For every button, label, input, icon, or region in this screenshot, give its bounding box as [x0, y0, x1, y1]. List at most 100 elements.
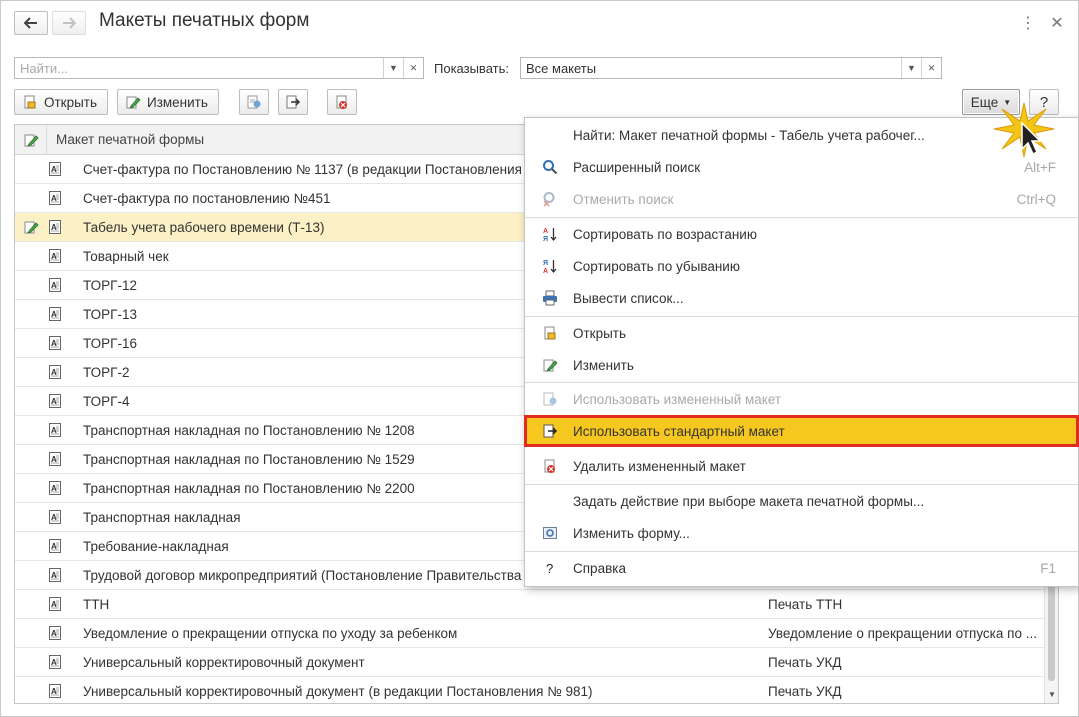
search-input[interactable]: Найти... — [15, 58, 383, 78]
menu-item[interactable]: А Я Сортировать по возрастанию — [525, 219, 1078, 249]
use-modified-button[interactable] — [239, 89, 269, 115]
menu-item[interactable]: Удалить измененный макет — [525, 451, 1078, 481]
document-icon: A — [47, 422, 73, 438]
template-name-cell: Требование-накладная — [83, 538, 229, 554]
column-header-template[interactable]: Макет печатной формы — [47, 132, 204, 147]
template-name-cell: Товарный чек — [83, 248, 169, 264]
show-label: Показывать: — [434, 61, 509, 76]
template-name-cell: ТОРГ-2 — [83, 364, 130, 380]
menu-item-label: Использовать измененный макет — [573, 391, 782, 407]
dropdown-icon[interactable]: ▼ — [901, 58, 921, 78]
menu-item[interactable]: Изменить — [525, 350, 1078, 380]
document-icon: A — [47, 509, 73, 525]
use-standard-icon — [541, 422, 559, 440]
document-icon: A — [47, 364, 73, 380]
pencil-icon — [126, 96, 141, 109]
template-name-cell: ТОРГ-16 — [83, 335, 137, 351]
clear-icon[interactable]: ✕ — [403, 58, 423, 78]
template-name-cell: ТТН — [83, 596, 110, 612]
menu-item-label: Изменить — [573, 357, 634, 373]
sort-desc-icon: ЯА — [541, 257, 559, 275]
menu-item-label: Использовать стандартный макет — [573, 423, 785, 439]
edit-label: Изменить — [147, 94, 208, 110]
menu-item-shortcut: Ctrl+Q — [1016, 191, 1056, 207]
template-name-cell: Уведомление о прекращении отпуска по ухо… — [83, 625, 458, 641]
menu-separator — [525, 316, 1078, 317]
cursor-click-icon — [993, 102, 1055, 158]
template-name-cell: ТОРГ-4 — [83, 393, 130, 409]
arrow-left-icon — [24, 17, 37, 29]
more-dropdown-menu: Найти: Макет печатной формы - Табель уче… — [524, 117, 1079, 587]
document-icon: A — [47, 654, 73, 670]
menu-item: Использовать измененный макет — [525, 384, 1078, 414]
scroll-down-icon[interactable]: ▼ — [1048, 690, 1056, 699]
form-settings-icon — [541, 524, 559, 542]
document-icon: A — [47, 190, 73, 206]
menu-item-label: Открыть — [573, 325, 627, 341]
template-name-cell: Табель учета рабочего времени (Т-13) — [83, 219, 325, 235]
show-combo[interactable]: Все макеты ▼ ✕ — [520, 57, 942, 79]
document-icon: A — [47, 625, 73, 641]
open-button[interactable]: Открыть — [14, 89, 108, 115]
document-icon: A — [47, 451, 73, 467]
print-forms-window: Макеты печатных форм ⋮ ✕ Найти... ▼ ✕ По… — [0, 0, 1079, 717]
menu-separator — [525, 484, 1078, 485]
document-icon: A — [47, 567, 73, 583]
open-icon — [541, 324, 559, 342]
menu-item[interactable]: Открыть — [525, 318, 1078, 348]
table-row[interactable]: A ТТН Печать ТТН — [15, 590, 1058, 619]
document-icon: A — [47, 335, 73, 351]
svg-text:?: ? — [546, 561, 553, 576]
help-icon: ? — [541, 559, 559, 577]
menu-item[interactable]: Вывести список... — [525, 283, 1078, 313]
template-name-cell: Универсальный корректировочный документ — [83, 654, 365, 670]
more-actions-icon[interactable]: ⋮ — [1018, 13, 1038, 33]
template-name-cell: Счет-фактура по постановлению №451 — [83, 190, 331, 206]
table-row[interactable]: A Универсальный корректировочный документ… — [15, 677, 1058, 703]
menu-item[interactable]: Задать действие при выборе макета печатн… — [525, 486, 1078, 516]
document-icon: A — [47, 538, 73, 554]
template-name-cell: Транспортная накладная по Постановлению … — [83, 422, 415, 438]
modified-mark-icon — [15, 219, 47, 235]
document-icon: A — [47, 480, 73, 496]
edit-icon — [541, 356, 559, 374]
menu-item[interactable]: Изменить форму... — [525, 518, 1078, 548]
menu-item-label: Удалить измененный макет — [573, 458, 746, 474]
template-name-cell: Трудовой договор микропредприятий (Поста… — [83, 567, 535, 583]
menu-item[interactable]: Я А Сортировать по убыванию — [525, 251, 1078, 281]
table-row[interactable]: A Универсальный корректировочный документ… — [15, 648, 1058, 677]
back-button[interactable] — [14, 11, 48, 35]
edit-column-icon — [15, 125, 47, 154]
menu-item-label: Изменить форму... — [573, 525, 690, 541]
search-combo[interactable]: Найти... ▼ ✕ — [14, 57, 424, 79]
print-list-icon — [541, 289, 559, 307]
use-modified-icon — [541, 390, 559, 408]
use-standard-button[interactable] — [278, 89, 308, 115]
menu-item[interactable]: ? Справка F1 — [525, 553, 1078, 583]
menu-item-icon-placeholder — [541, 492, 559, 510]
dropdown-icon[interactable]: ▼ — [383, 58, 403, 78]
menu-item-shortcut: Alt+F — [1024, 159, 1056, 175]
clear-icon[interactable]: ✕ — [921, 58, 941, 78]
use-standard-icon — [286, 95, 301, 109]
delete-modified-button[interactable] — [327, 89, 357, 115]
document-icon: A — [47, 248, 73, 264]
show-select[interactable]: Все макеты — [521, 58, 901, 78]
document-icon: A — [47, 596, 73, 612]
menu-item: Отменить поиск Ctrl+Q — [525, 184, 1078, 214]
menu-item-shortcut: F1 — [1040, 560, 1056, 576]
document-icon: A — [47, 306, 73, 322]
document-icon: A — [47, 219, 73, 235]
menu-item-label: Задать действие при выборе макета печатн… — [573, 493, 925, 509]
close-icon[interactable]: ✕ — [1047, 13, 1067, 33]
template-name-cell: Счет-фактура по Постановлению № 1137 (в … — [83, 161, 536, 177]
menu-item[interactable]: Использовать стандартный макет — [524, 415, 1079, 447]
table-row[interactable]: A Уведомление о прекращении отпуска по ух… — [15, 619, 1058, 648]
forward-button[interactable] — [52, 11, 86, 35]
arrow-right-icon — [63, 17, 76, 29]
template-name-cell: Транспортная накладная — [83, 509, 241, 525]
menu-item-label: Расширенный поиск — [573, 159, 701, 175]
edit-button[interactable]: Изменить — [117, 89, 219, 115]
menu-item-label: Сортировать по возрастанию — [573, 226, 757, 242]
document-icon: A — [47, 277, 73, 293]
